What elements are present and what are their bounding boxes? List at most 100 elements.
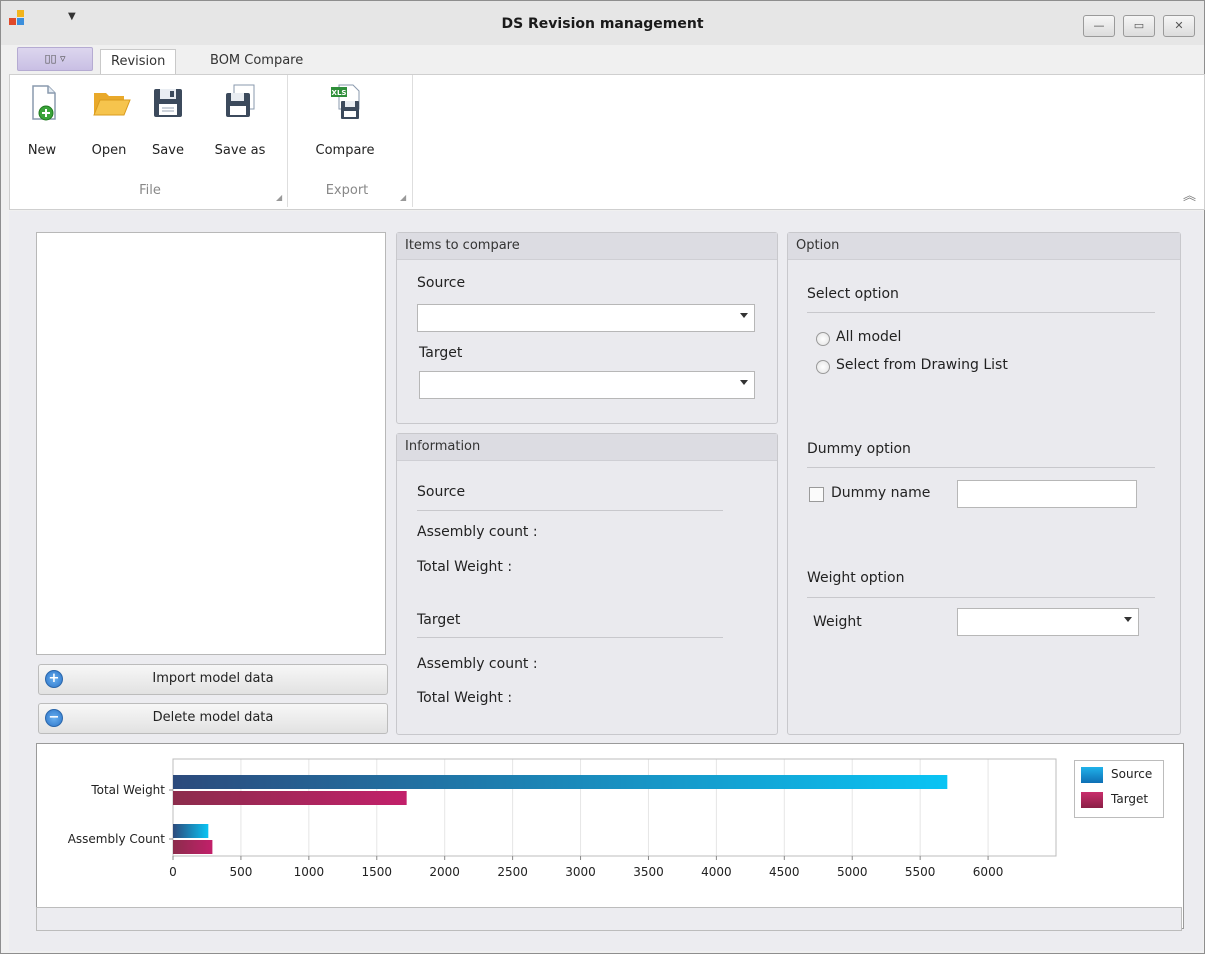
group-separator [287,75,288,207]
target-label: Target [419,345,463,361]
xls-export-icon: XLS [327,83,363,123]
dummy-option-label: Dummy option [807,441,911,457]
info-source-label: Source [417,484,466,500]
ribbon-panel: New Open Save Save as File ◢ XLS Compare… [9,74,1205,210]
x-tick-label: 1500 [361,865,392,879]
target-assembly-count: Assembly count : [417,656,538,672]
window-title: DS Revision management [501,16,704,32]
y-tick-label: Total Weight [90,783,165,797]
svg-text:XLS: XLS [332,89,347,97]
legend-swatch-target [1081,792,1103,808]
chart-legend: Source Target [1074,760,1164,818]
legend-label-source: Source [1111,767,1153,781]
information-group: Information Source Assembly count : Tota… [396,433,778,735]
weight-option-label: Weight option [807,570,905,586]
radio-drawing-list-label[interactable]: Select from Drawing List [836,357,1008,373]
info-target-label: Target [417,612,461,628]
import-button-label: Import model data [152,671,274,686]
bar-chart: Total Weight Assembly Count 0 500 1000 1500 20… [68,758,1057,879]
close-button[interactable]: ✕ [1163,15,1195,37]
open-button-label: Open [91,143,127,158]
ribbon-tab-row: ▯▯ ▿ Revision BOM Compare [1,45,1204,76]
delete-model-data-button[interactable]: − Delete model data [38,703,388,734]
chevron-down-icon [1124,617,1132,622]
x-tick-label: 2500 [497,865,528,879]
source-assembly-count: Assembly count : [417,524,538,540]
dummy-name-checkbox[interactable] [809,487,824,502]
x-tick-label: 6000 [973,865,1004,879]
items-to-compare-header: Items to compare [397,233,777,260]
file-group-expand-icon[interactable]: ◢ [276,193,282,202]
folder-open-icon [91,83,131,123]
compare-export-button[interactable]: XLS Compare [306,83,384,158]
x-tick-label: 500 [229,865,252,879]
dummy-name-label[interactable]: Dummy name [831,485,930,501]
x-tick-label: 4000 [701,865,732,879]
collapse-ribbon-icon[interactable]: ︽ [1183,185,1196,204]
save-as-icon [222,83,258,123]
weight-label: Weight [813,614,862,630]
open-button[interactable]: Open [84,83,134,158]
model-list[interactable] [36,232,386,655]
group-separator [412,75,413,207]
new-button-label: New [27,143,57,158]
x-tick-label: 2000 [429,865,460,879]
main-content: + Import model data − Delete model data … [9,211,1203,951]
save-button[interactable]: Save [148,83,188,158]
y-tick-label: Assembly Count [68,832,166,846]
items-to-compare-group: Items to compare Source Target [396,232,778,424]
source-total-weight: Total Weight : [417,559,513,575]
bar-source-total-weight [173,775,948,789]
comparison-chart: Total Weight Assembly Count 0 500 1000 1500 20… [36,743,1184,929]
new-document-icon [24,83,60,123]
divider [417,637,723,638]
delete-button-label: Delete model data [152,710,274,725]
divider [807,312,1155,313]
export-group-label: Export [325,183,369,198]
application-menu-button[interactable]: ▯▯ ▿ [17,47,93,71]
target-combobox[interactable] [419,371,755,399]
bar-source-assembly-count [173,824,209,838]
x-tick-label: 4500 [769,865,800,879]
x-tick-label: 3000 [565,865,596,879]
compare-button-label: Compare [315,143,375,158]
legend-swatch-source [1081,767,1103,783]
save-as-button-label: Save as [214,143,266,158]
dummy-name-input[interactable] [957,480,1137,508]
source-combobox[interactable] [417,304,755,332]
radio-select-from-drawing-list[interactable] [816,360,830,374]
information-header: Information [397,434,777,461]
divider [807,597,1155,598]
x-tick-label: 5000 [837,865,868,879]
save-button-label: Save [152,143,184,158]
divider [417,510,723,511]
radio-all-model-label[interactable]: All model [836,329,901,345]
bar-target-assembly-count [173,840,213,854]
plot-area [172,758,1057,857]
new-button[interactable]: New [22,83,62,158]
tab-revision[interactable]: Revision [100,49,177,76]
export-group-expand-icon[interactable]: ◢ [400,193,406,202]
weight-combobox[interactable] [957,608,1139,636]
x-tick-label: 1000 [294,865,325,879]
select-option-label: Select option [807,286,899,302]
option-group: Option Select option All model Select fr… [787,232,1181,735]
x-tick-label: 3500 [633,865,664,879]
import-model-data-button[interactable]: + Import model data [38,664,388,695]
radio-all-model[interactable] [816,332,830,346]
source-label: Source [417,275,466,291]
x-tick-label: 5500 [905,865,936,879]
file-group-label: File [139,183,161,198]
save-as-button[interactable]: Save as [210,83,270,158]
bar-target-total-weight [173,791,407,805]
tab-bom-compare[interactable]: BOM Compare [200,49,313,75]
floppy-disk-icon [150,83,186,123]
minimize-button[interactable]: — [1083,15,1115,37]
title-bar: ▼ DS Revision management — ▭ ✕ [1,1,1204,45]
target-total-weight: Total Weight : [417,690,513,706]
chevron-down-icon [740,380,748,385]
maximize-button[interactable]: ▭ [1123,15,1155,37]
legend-label-target: Target [1111,792,1149,806]
option-header: Option [788,233,1180,260]
x-tick-label: 0 [169,865,177,879]
